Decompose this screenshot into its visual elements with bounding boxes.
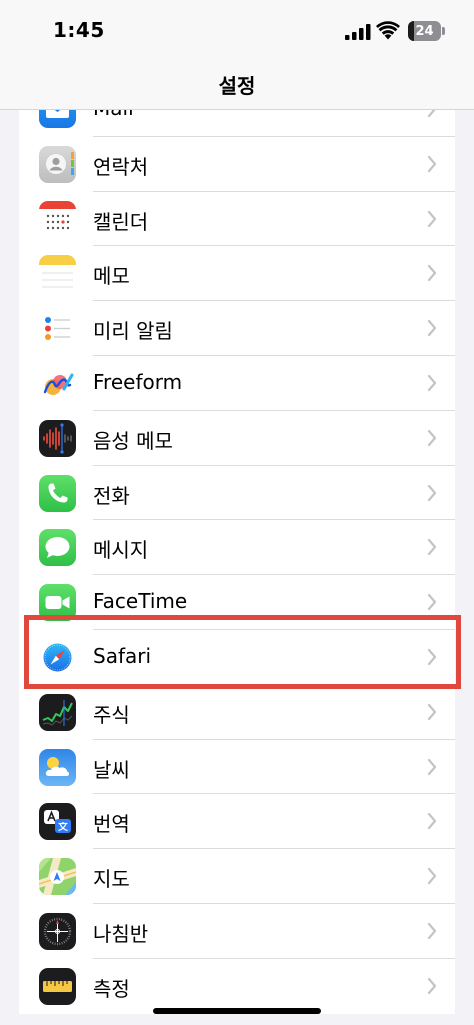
settings-row-phone[interactable]: 전화: [19, 466, 455, 521]
chevron-right-icon: [427, 320, 437, 337]
settings-row-label: 나침반: [93, 921, 149, 946]
phone-icon: [39, 474, 76, 512]
signal-icon: [345, 24, 371, 40]
contacts-icon: [39, 145, 76, 183]
settings-row-label: 미리 알림: [93, 319, 173, 344]
settings-row-calendar[interactable]: 캘린더: [19, 192, 455, 247]
settings-row-label: FaceTime: [93, 589, 188, 614]
settings-row-label: 주식: [93, 702, 130, 727]
settings-row-label: 캘린더: [93, 209, 149, 234]
safari-icon: [39, 638, 76, 676]
settings-row-compass[interactable]: 나침반: [19, 904, 455, 959]
status-time: 1:45: [53, 18, 105, 42]
translate-icon: [39, 803, 76, 841]
settings-row-safari[interactable]: Safari: [19, 630, 455, 685]
settings-row-label: 연락처: [93, 154, 149, 179]
settings-row-label: 메시지: [93, 538, 149, 563]
chevron-right-icon: [427, 922, 437, 940]
settings-row-contacts[interactable]: 연락처: [19, 137, 455, 192]
settings-row-weather[interactable]: 날씨: [19, 740, 455, 795]
chevron-right-icon: [427, 813, 437, 830]
chevron-right-icon: [427, 429, 437, 446]
settings-row-label: 지도: [93, 867, 130, 892]
chevron-right-icon: [427, 648, 437, 666]
chevron-right-icon: [427, 484, 437, 501]
settings-row-label: 번역: [93, 812, 130, 837]
messages-icon: [39, 529, 76, 567]
settings-list: Mail 연락처: [19, 82, 455, 1014]
freeform-icon: [39, 364, 76, 402]
settings-row-stocks[interactable]: 주식: [19, 685, 455, 740]
notes-icon: [39, 255, 76, 293]
battery-level: 24: [415, 23, 434, 39]
settings-row-label: Freeform: [93, 369, 183, 394]
chevron-right-icon: [427, 758, 437, 775]
settings-row-voice-memos[interactable]: 음성 메모: [19, 411, 455, 466]
settings-row-facetime[interactable]: FaceTime: [19, 575, 455, 630]
chevron-right-icon: [427, 374, 437, 392]
settings-row-label: Safari: [93, 643, 152, 668]
settings-row-reminders[interactable]: 미리 알림: [19, 301, 455, 356]
chevron-right-icon: [427, 977, 437, 994]
navigation-bar: 설정: [0, 60, 474, 110]
facetime-icon: [39, 584, 76, 622]
chevron-right-icon: [427, 703, 437, 720]
home-indicator[interactable]: [153, 1008, 321, 1014]
settings-row-label: 날씨: [93, 757, 130, 782]
page-title: 설정: [218, 74, 256, 98]
settings-row-label: 측정: [93, 976, 130, 1001]
wifi-icon: [376, 21, 400, 40]
battery-icon: 24: [408, 21, 441, 41]
maps-icon: [39, 858, 76, 896]
settings-row-translate[interactable]: 번역: [19, 794, 455, 850]
settings-row-maps[interactable]: 지도: [19, 849, 455, 904]
chevron-right-icon: [427, 539, 437, 556]
chevron-right-icon: [427, 265, 437, 282]
settings-row-notes[interactable]: 메모: [19, 246, 455, 302]
calendar-icon: [39, 200, 76, 238]
settings-row-measure[interactable]: 측정: [19, 959, 455, 1014]
settings-row-label: 메모: [93, 264, 130, 289]
status-bar: 1:45 24: [0, 0, 474, 60]
weather-icon: [39, 748, 76, 786]
reminders-icon: [39, 310, 76, 348]
chevron-right-icon: [427, 155, 437, 172]
chevron-right-icon: [427, 210, 437, 227]
settings-row-label: 전화: [93, 483, 130, 508]
compass-icon: [39, 912, 76, 950]
stocks-icon: [39, 693, 76, 731]
measure-icon: [39, 967, 76, 1005]
settings-row-freeform[interactable]: Freeform: [19, 356, 455, 411]
chevron-right-icon: [427, 868, 437, 885]
settings-row-messages[interactable]: 메시지: [19, 520, 455, 576]
voice-memos-icon: [39, 419, 76, 457]
chevron-right-icon: [427, 594, 437, 611]
settings-row-label: 음성 메모: [93, 428, 173, 453]
